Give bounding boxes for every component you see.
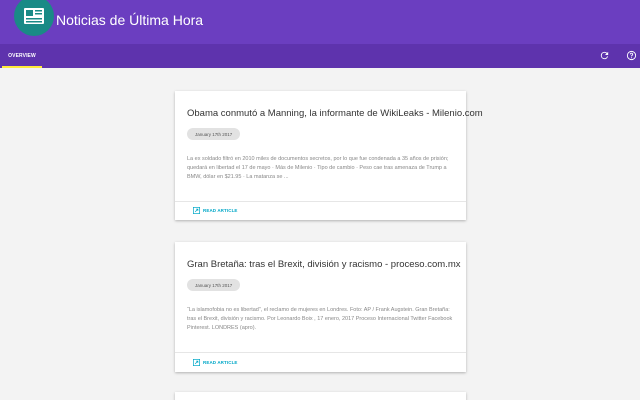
help-icon[interactable]: [624, 48, 638, 62]
article-summary: “La islamofobia no es libertad”, el recl…: [187, 307, 453, 331]
refresh-icon[interactable]: [597, 48, 611, 62]
read-article-label: READ ARTICLE: [203, 360, 238, 365]
tab-bar: [0, 44, 640, 68]
app-title: Noticias de Última Hora: [56, 12, 204, 28]
article-title[interactable]: Obama conmutó a Manning, la informante d…: [187, 108, 483, 119]
read-article-label: READ ARTICLE: [203, 208, 238, 213]
article-title[interactable]: Gran Bretaña: tras el Brexit, división y…: [187, 259, 460, 270]
read-article-button[interactable]: READ ARTICLE: [193, 359, 238, 366]
tab-overview[interactable]: OVERVIEW: [0, 44, 44, 68]
article-summary: La ex soldado filtró en 2010 miles de do…: [187, 156, 449, 180]
article-card: Gran Bretaña: tras el Brexit, división y…: [175, 242, 466, 372]
article-date-badge: January 17th 2017: [187, 128, 241, 140]
open-link-icon: [193, 207, 200, 214]
tab-indicator: [2, 66, 42, 68]
article-card: Obama conmutó a Manning, la informante d…: [175, 91, 483, 220]
read-article-button[interactable]: READ ARTICLE: [193, 207, 238, 214]
card-divider: [175, 352, 466, 353]
article-card-partial: [175, 392, 466, 400]
card-divider: [175, 201, 466, 202]
open-link-icon: [193, 359, 200, 366]
article-date-badge: January 17th 2017: [187, 279, 241, 291]
